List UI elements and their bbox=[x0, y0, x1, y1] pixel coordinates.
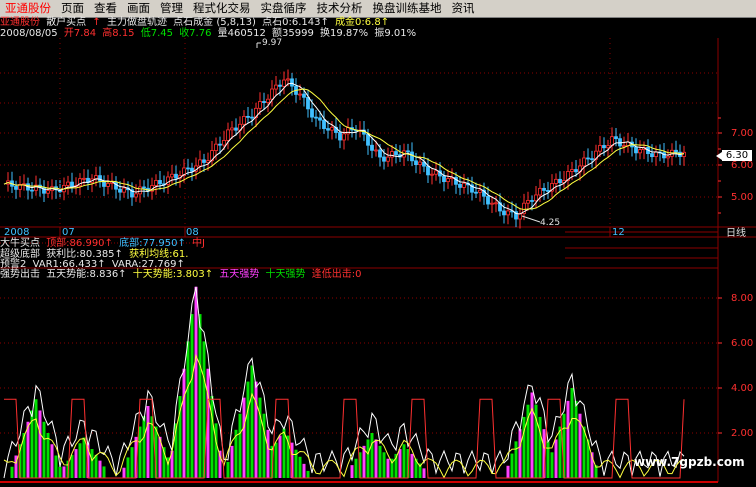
candlesticks bbox=[6, 69, 686, 229]
value-10day-power: 十天势能:3.803↑ bbox=[132, 269, 214, 280]
value-mid: 中J bbox=[192, 238, 206, 249]
sub-axis-6: 6.00 bbox=[731, 338, 753, 349]
axis-label-7: 7.00 bbox=[731, 128, 753, 139]
value-bottom: 底部:77.950↑ bbox=[119, 238, 186, 249]
watermark: www.7gpzb.com bbox=[634, 455, 745, 469]
sub-axis-2: 2.00 bbox=[731, 428, 753, 439]
value-buy-dip: 逢低出击:0 bbox=[311, 269, 362, 280]
axis-label-6: 6.00 bbox=[731, 160, 753, 171]
period-label[interactable]: 日线 bbox=[726, 226, 746, 239]
indicator-bull-buy: 大牛买点 顶部:86.990↑ 底部:77.950↑ 中J bbox=[0, 238, 208, 249]
value-5day-power: 五天势能:8.836↑ bbox=[46, 269, 127, 280]
sub-axis-8: 8.00 bbox=[731, 293, 753, 304]
sub-axis-4: 4.00 bbox=[731, 383, 753, 394]
label-strong-attack[interactable]: 强势出击 bbox=[0, 269, 40, 280]
high-label: 9.97 bbox=[262, 38, 282, 48]
indicator-strong-attack: 强势出击 五天势能:8.836↑ 十天势能:3.803↑ 五天强势 十天强势 逢… bbox=[0, 269, 364, 280]
timeline-jul: 07 bbox=[62, 227, 75, 238]
value-10day-strong: 十天强势 bbox=[265, 269, 306, 280]
timeline-aug: 08 bbox=[186, 227, 199, 238]
current-price-tag: 6.30 bbox=[722, 150, 752, 161]
label-bull-buy[interactable]: 大牛买点 bbox=[0, 238, 40, 249]
indicator-lines bbox=[3, 286, 685, 479]
timeline-dec: 12 bbox=[612, 227, 625, 238]
value-5day-strong: 五天强势 bbox=[219, 269, 260, 280]
axis-label-5: 5.00 bbox=[731, 192, 753, 203]
timeline-year: 2008 bbox=[4, 227, 29, 238]
value-top: 顶部:86.990↑ bbox=[46, 238, 113, 249]
low-label: 4.25 bbox=[540, 218, 560, 228]
